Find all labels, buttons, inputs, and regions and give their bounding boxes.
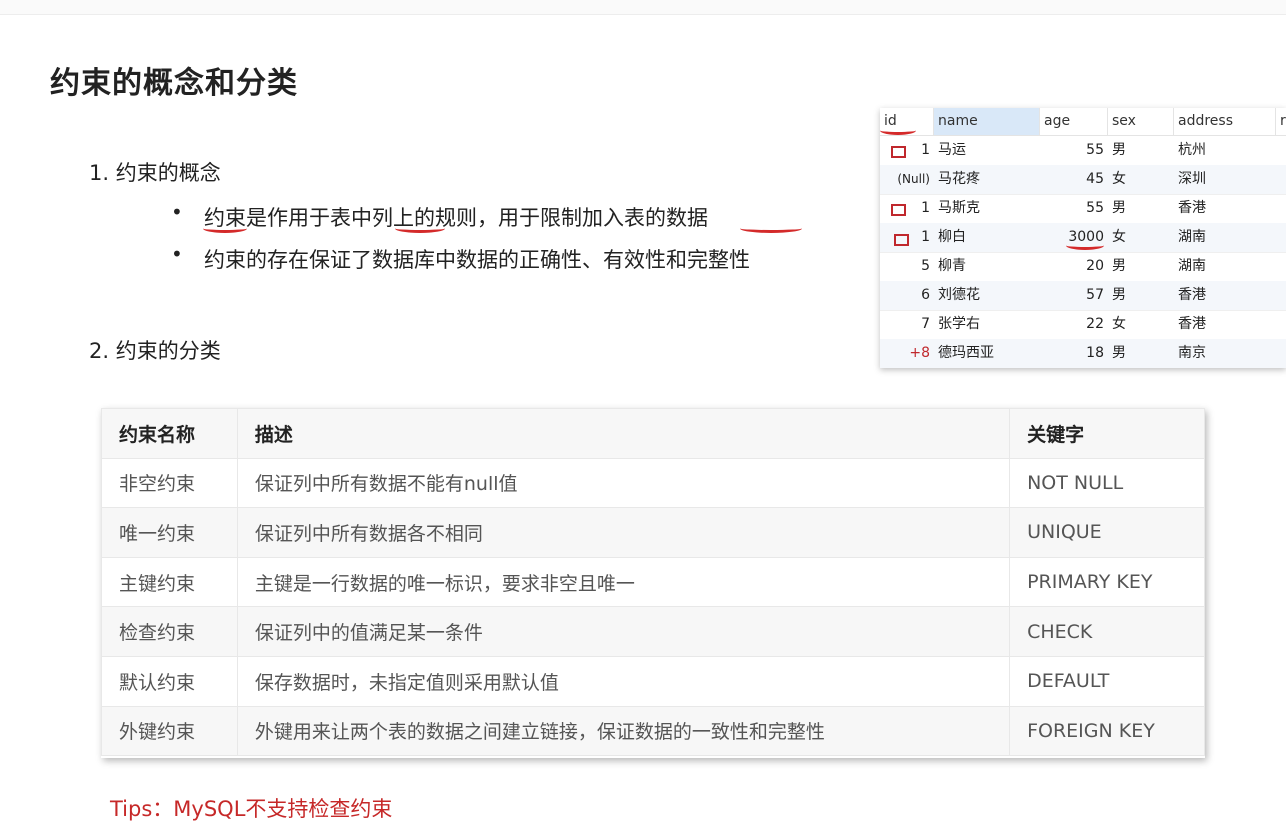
bullet-1-text: 约束是作用于表中列上的规则，用于限制加入表的数据 [204, 206, 708, 230]
cell-sex: 女 [1112, 229, 1126, 245]
underline-mark [1066, 241, 1104, 250]
cell-sex: 女 [1112, 316, 1126, 332]
table-row: 外键约束 外键用来让两个表的数据之间建立链接，保证数据的一致性和完整性 FORE… [101, 705, 1205, 757]
cell-address: 湖南 [1178, 229, 1206, 245]
cell-name: 张学右 [938, 316, 980, 332]
cell-address: 香港 [1178, 200, 1206, 216]
cell-address: 杭州 [1178, 142, 1206, 158]
top-strip [0, 0, 1286, 15]
underline-mark [740, 224, 802, 233]
grid-row: 6 刘德花 57 男 香港 [880, 281, 1286, 311]
constraint-table: 约束名称 描述 关键字 非空约束 保证列中所有数据不能有null值 NOT NU… [101, 408, 1205, 758]
bullet-dot: • [171, 200, 183, 224]
cell-sex: 男 [1112, 200, 1126, 216]
cell-age: 55 [1086, 142, 1104, 158]
section-classification-heading: 2. 约束的分类 [89, 339, 221, 363]
col-header-age: age [1040, 108, 1108, 135]
cell-age: 57 [1086, 287, 1104, 303]
table-row: 检查约束 保证列中的值满足某一条件 CHECK [101, 606, 1205, 657]
col-header-name: name [934, 108, 1040, 135]
constraint-description: 保证列中所有数据不能有null值 [236, 457, 1011, 509]
grid-row: +8 德玛西亚 18 男 南京 [880, 339, 1286, 368]
cell-address: 南京 [1178, 345, 1206, 361]
constraint-name: 外键约束 [101, 705, 238, 757]
grid-header: id name age sex address r [880, 108, 1286, 136]
col-header-address: address [1174, 108, 1276, 135]
cell-sex: 男 [1112, 258, 1126, 274]
cell-age: 20 [1086, 258, 1104, 274]
constraint-description: 保证列中所有数据各不相同 [236, 507, 1011, 558]
underline-mark [395, 224, 445, 233]
header-description: 描述 [236, 408, 1011, 459]
cell-address: 香港 [1178, 316, 1206, 332]
cell-name: 柳白 [938, 229, 966, 245]
col-header-partial: r [1280, 113, 1286, 129]
constraint-keyword: DEFAULT [1009, 655, 1205, 707]
cell-id: 6 [921, 287, 930, 303]
cell-age: 18 [1086, 345, 1104, 361]
sample-data-grid: id name age sex address r 1 马运 55 男 杭州 (… [880, 108, 1286, 368]
cell-id: 1 [921, 200, 930, 216]
underline-mark [880, 126, 916, 135]
constraint-name: 检查约束 [101, 606, 238, 657]
grid-row: 5 柳青 20 男 湖南 [880, 252, 1286, 282]
cell-id: (Null) [897, 172, 930, 186]
table-row: 默认约束 保存数据时，未指定值则采用默认值 DEFAULT [101, 655, 1205, 707]
constraint-description: 主键是一行数据的唯一标识，要求非空且唯一 [236, 556, 1011, 608]
table-header-row: 约束名称 描述 关键字 [101, 408, 1205, 459]
slide-title: 约束的概念和分类 [50, 66, 298, 101]
cell-age: 55 [1086, 200, 1104, 216]
cell-name: 柳青 [938, 258, 966, 274]
table-row: 非空约束 保证列中所有数据不能有null值 NOT NULL [101, 457, 1205, 509]
constraint-name: 唯一约束 [101, 507, 238, 558]
constraint-name: 主键约束 [101, 556, 238, 608]
cell-age: 22 [1086, 316, 1104, 332]
constraint-name: 非空约束 [101, 457, 238, 509]
header-name: 约束名称 [101, 408, 238, 459]
cell-sex: 男 [1112, 142, 1126, 158]
constraint-keyword: PRIMARY KEY [1009, 556, 1205, 608]
constraint-description: 保存数据时，未指定值则采用默认值 [236, 655, 1011, 707]
cell-age: 45 [1086, 171, 1104, 187]
grid-row: 7 张学右 22 女 香港 [880, 310, 1286, 340]
cell-id: 1 [921, 142, 930, 158]
constraint-description: 外键用来让两个表的数据之间建立链接，保证数据的一致性和完整性 [236, 705, 1011, 757]
cell-name: 马运 [938, 142, 966, 158]
constraint-keyword: NOT NULL [1009, 457, 1205, 509]
header-keyword: 关键字 [1009, 408, 1205, 459]
constraint-keyword: CHECK [1009, 606, 1205, 657]
bullet-2: • 约束的存在保证了数据库中数据的正确性、有效性和完整性 [171, 242, 750, 274]
table-row: 主键约束 主键是一行数据的唯一标识，要求非空且唯一 PRIMARY KEY [101, 556, 1205, 608]
cell-name: 刘德花 [938, 287, 980, 303]
cell-name: 德玛西亚 [938, 345, 994, 361]
constraint-keyword: UNIQUE [1009, 507, 1205, 558]
grid-row: 1 马斯克 55 男 香港 [880, 194, 1286, 224]
bullet-1: • 约束是作用于表中列上的规则，用于限制加入表的数据 [171, 200, 708, 232]
section-concept-heading: 1. 约束的概念 [89, 161, 221, 185]
cell-id: 1 [921, 229, 930, 245]
underline-mark [203, 224, 247, 233]
constraint-keyword: FOREIGN KEY [1009, 705, 1205, 757]
cell-address: 湖南 [1178, 258, 1206, 274]
cell-address: 深圳 [1178, 171, 1206, 187]
grid-row: 1 马运 55 男 杭州 [880, 136, 1286, 166]
cell-id: 5 [921, 258, 930, 274]
constraint-description: 保证列中的值满足某一条件 [236, 606, 1011, 657]
cell-sex: 男 [1112, 287, 1126, 303]
cell-name: 马斯克 [938, 200, 980, 216]
bullet-2-text: 约束的存在保证了数据库中数据的正确性、有效性和完整性 [204, 248, 750, 272]
cell-sex: 女 [1112, 171, 1126, 187]
cell-sex: 男 [1112, 345, 1126, 361]
tips-note: Tips：MySQL不支持检查约束 [110, 797, 393, 821]
col-header-sex: sex [1108, 108, 1174, 135]
cell-name: 马花疼 [938, 171, 980, 187]
table-row: 唯一约束 保证列中所有数据各不相同 UNIQUE [101, 507, 1205, 558]
bullet-dot: • [171, 242, 183, 266]
cell-id: +8 [909, 345, 930, 361]
cell-address: 香港 [1178, 287, 1206, 303]
cell-id: 7 [921, 316, 930, 332]
grid-row: (Null) 马花疼 45 女 深圳 [880, 165, 1286, 195]
constraint-name: 默认约束 [101, 655, 238, 707]
